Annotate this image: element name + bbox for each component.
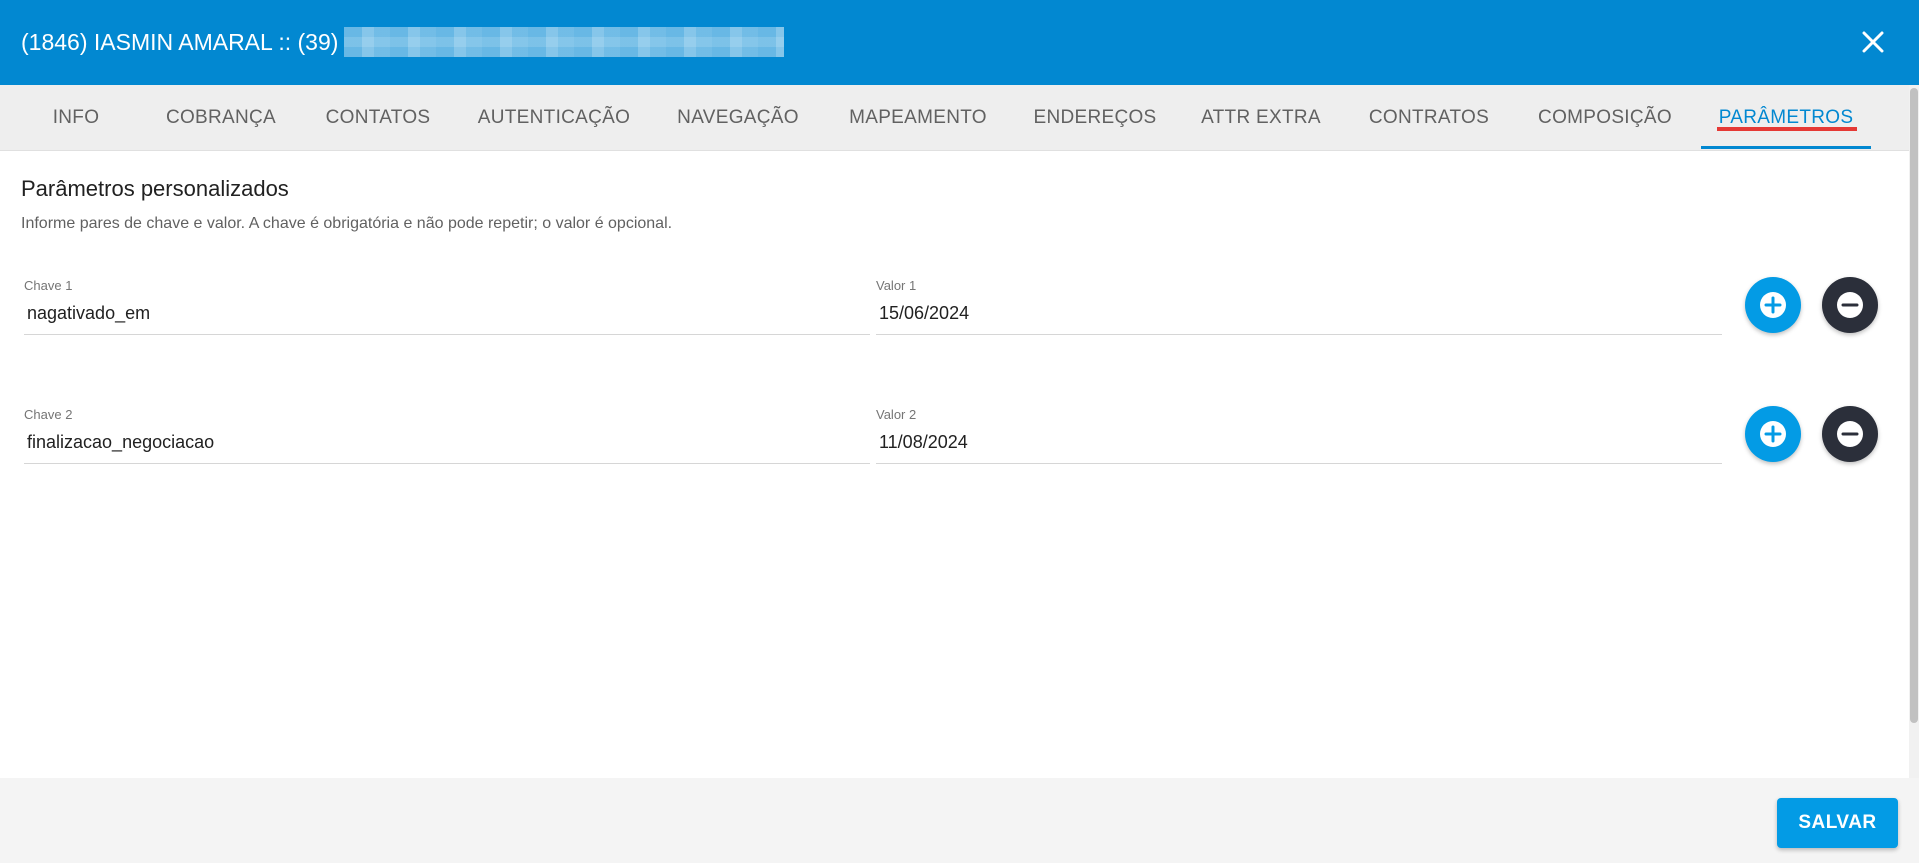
tab-contratos[interactable]: CONTRATOS (1357, 85, 1501, 151)
key-input-1[interactable] (24, 299, 870, 335)
key-field-2: Chave 2 (24, 407, 870, 464)
active-tab-indicator (1701, 146, 1871, 149)
key-label-2: Chave 2 (24, 407, 73, 422)
dialog-header: (1846) IASMIN AMARAL :: (39) (0, 0, 1919, 85)
tab-composicao[interactable]: COMPOSIÇÃO (1526, 85, 1684, 151)
tab-parametros[interactable]: PARÂMETROS (1701, 85, 1871, 151)
value-label-1: Valor 1 (876, 278, 917, 293)
dialog-footer (0, 778, 1919, 863)
tab-mapeamento[interactable]: MAPEAMENTO (836, 85, 1000, 151)
minus-circle-icon (1837, 421, 1863, 447)
section-title: Parâmetros personalizados (21, 176, 289, 201)
tab-cobranca[interactable]: COBRANÇA (152, 85, 290, 151)
value-input-2[interactable] (876, 428, 1722, 464)
section-subtitle: Informe pares de chave e valor. A chave … (21, 215, 673, 232)
value-label-2: Valor 2 (876, 407, 917, 422)
remove-param-button-2[interactable] (1822, 406, 1878, 462)
tab-contatos[interactable]: CONTATOS (313, 85, 443, 151)
tab-bar: INFO COBRANÇA CONTATOS AUTENTICAÇÃO NAVE… (0, 85, 1909, 151)
tab-navegacao[interactable]: NAVEGAÇÃO (665, 85, 811, 151)
add-param-button-2[interactable] (1745, 406, 1801, 462)
remove-param-button-1[interactable] (1822, 277, 1878, 333)
close-button[interactable] (1857, 26, 1889, 58)
tab-info[interactable]: INFO (28, 85, 124, 151)
redacted-contact-info (344, 27, 785, 57)
key-field-1: Chave 1 (24, 278, 870, 335)
dialog-title-text: (1846) IASMIN AMARAL :: (39) (21, 29, 339, 55)
save-button[interactable]: SALVAR (1777, 798, 1898, 848)
key-input-2[interactable] (24, 428, 870, 464)
plus-circle-icon (1760, 421, 1786, 447)
tab-highlight-underline (1717, 127, 1857, 131)
value-field-1: Valor 1 (876, 278, 1722, 335)
key-label-1: Chave 1 (24, 278, 73, 293)
tab-autenticacao[interactable]: AUTENTICAÇÃO (468, 85, 640, 151)
plus-circle-icon (1760, 292, 1786, 318)
scrollbar-thumb[interactable] (1910, 88, 1918, 723)
close-icon (1862, 31, 1884, 53)
tab-attr-extra[interactable]: ATTR EXTRA (1190, 85, 1332, 151)
value-input-1[interactable] (876, 299, 1722, 335)
add-param-button-1[interactable] (1745, 277, 1801, 333)
minus-circle-icon (1837, 292, 1863, 318)
tab-enderecos[interactable]: ENDEREÇOS (1025, 85, 1165, 151)
dialog-title: (1846) IASMIN AMARAL :: (39) (21, 27, 785, 57)
value-field-2: Valor 2 (876, 407, 1722, 464)
